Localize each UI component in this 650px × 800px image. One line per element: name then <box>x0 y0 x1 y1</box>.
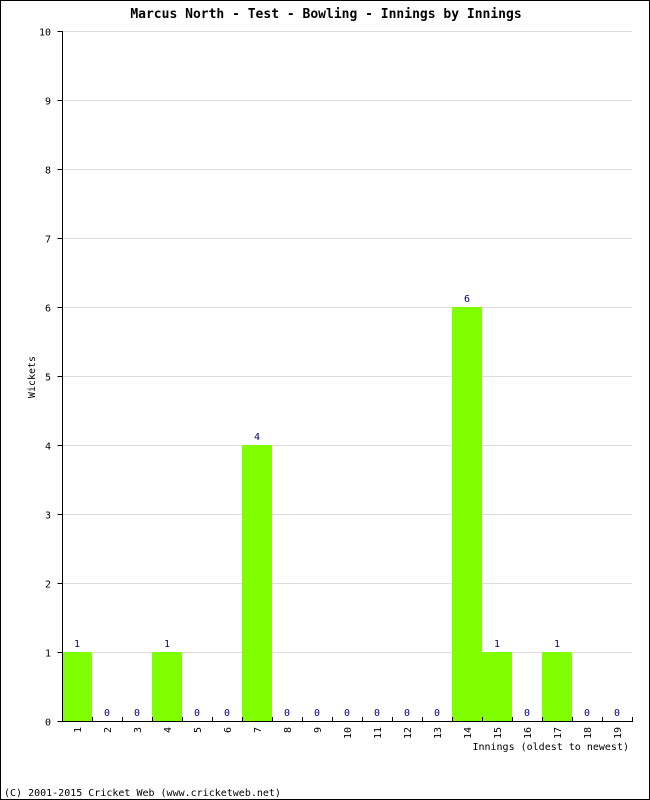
bar-value-label: 0 <box>614 708 620 719</box>
x-tick-label: 10 <box>343 727 354 739</box>
x-tick-label: 12 <box>403 727 414 739</box>
bar <box>542 652 572 721</box>
x-tick-label: 18 <box>583 727 594 739</box>
bar-value-label: 0 <box>584 708 590 719</box>
bar-value-label: 1 <box>494 639 500 650</box>
y-tick-label: 6 <box>45 304 51 315</box>
bar <box>242 445 272 721</box>
bar-value-label: 0 <box>344 708 350 719</box>
bar-value-label: 0 <box>434 708 440 719</box>
bar <box>482 652 512 721</box>
bar <box>62 652 92 721</box>
x-tick-label: 8 <box>283 727 294 733</box>
bar-value-label: 0 <box>374 708 380 719</box>
x-tick-label: 1 <box>73 727 84 733</box>
x-tick-label: 13 <box>433 727 444 739</box>
bar-chart: Marcus North - Test - Bowling - Innings … <box>4 7 633 799</box>
bar-value-label: 0 <box>314 708 320 719</box>
chart-title: Marcus North - Test - Bowling - Innings … <box>130 7 521 22</box>
x-tick-label: 9 <box>313 727 324 733</box>
bar-value-label: 0 <box>404 708 410 719</box>
bar-value-label: 4 <box>254 432 260 443</box>
y-tick-label: 3 <box>45 511 51 522</box>
x-tick-label: 19 <box>613 727 624 739</box>
copyright-footer: (C) 2001-2015 Cricket Web (www.cricketwe… <box>4 788 281 799</box>
x-tick-label: 17 <box>553 727 564 739</box>
x-tick-label: 11 <box>373 727 384 739</box>
bar <box>152 652 182 721</box>
y-tick-label: 5 <box>45 373 51 384</box>
bar-value-label: 1 <box>164 639 170 650</box>
x-tick-label: 3 <box>133 727 144 733</box>
y-axis-label: Wickets <box>27 356 38 398</box>
bar-value-label: 1 <box>554 639 560 650</box>
y-tick-label: 8 <box>45 166 51 177</box>
y-tick-label: 0 <box>45 718 51 729</box>
x-tick-label: 5 <box>193 727 204 733</box>
gridlines <box>62 31 632 653</box>
x-tick-label: 2 <box>103 727 114 733</box>
bar-value-label: 0 <box>194 708 200 719</box>
bar-value-label: 0 <box>134 708 140 719</box>
bar-value-label: 0 <box>104 708 110 719</box>
x-tick-label: 16 <box>523 727 534 739</box>
bar-value-label: 0 <box>284 708 290 719</box>
bar <box>452 307 482 721</box>
x-tick-label: 6 <box>223 727 234 733</box>
x-axis-label: Innings (oldest to newest) <box>472 742 629 753</box>
x-tick-label: 14 <box>463 727 474 739</box>
x-tick-label: 4 <box>163 727 174 733</box>
y-tick-label: 9 <box>45 97 51 108</box>
x-tick-label: 15 <box>493 727 504 739</box>
y-tick-label: 7 <box>45 235 51 246</box>
bar-value-label: 0 <box>524 708 530 719</box>
y-tick-label: 4 <box>45 442 51 453</box>
bar-value-label: 1 <box>74 639 80 650</box>
y-tick-label: 10 <box>39 28 51 39</box>
x-tick-labels: 1 2 3 4 5 6 7 8 9 10 11 12 13 14 15 16 17 18 19 <box>73 727 624 739</box>
chart-frame: Marcus North - Test - Bowling - Innings … <box>0 0 650 800</box>
y-tick-label: 1 <box>45 649 51 660</box>
x-tick-label: 7 <box>253 727 264 733</box>
y-tick-label: 2 <box>45 580 51 591</box>
y-tick-labels: 0 1 2 3 4 5 6 7 8 9 10 <box>39 28 51 729</box>
bar-value-label: 6 <box>464 294 470 305</box>
bar-value-label: 0 <box>224 708 230 719</box>
